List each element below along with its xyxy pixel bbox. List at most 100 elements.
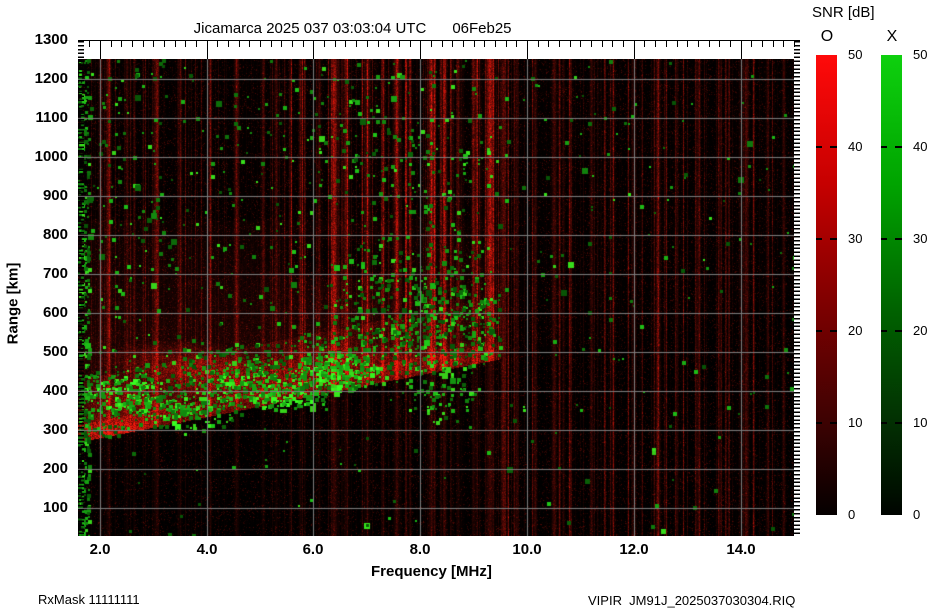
y-tick-label: 1300 bbox=[34, 31, 68, 48]
colorbar-x-tick-label: 30 bbox=[913, 231, 928, 246]
colorbar-x bbox=[881, 55, 902, 515]
ionogram-viewer: Jicamarca 2025 037 03:03:04 UTC 06Feb25 S… bbox=[0, 0, 932, 614]
colorbar-o-tick-label: 50 bbox=[848, 47, 863, 62]
x-major-tick bbox=[527, 40, 528, 59]
colorbar-x-tick-dash bbox=[881, 146, 887, 148]
x-minor-tick bbox=[474, 40, 475, 47]
x-major-tick bbox=[634, 40, 635, 59]
colorbar-o-tick-dash bbox=[830, 238, 837, 240]
ionogram-canvas bbox=[78, 59, 794, 536]
x-minor-tick bbox=[655, 40, 656, 47]
x-minor-tick bbox=[431, 40, 432, 47]
x-minor-tick bbox=[410, 40, 411, 47]
x-minor-tick bbox=[175, 40, 176, 47]
y-tick-label: 500 bbox=[42, 343, 68, 360]
colorbar-x-mode-label: X bbox=[886, 28, 898, 45]
x-minor-tick bbox=[602, 40, 603, 47]
x-minor-tick bbox=[239, 40, 240, 47]
x-tick-label: 6.0 bbox=[302, 541, 324, 558]
colorbar-o-tick-dash bbox=[830, 146, 837, 148]
x-minor-tick bbox=[143, 40, 144, 47]
y-tick-label: 100 bbox=[42, 499, 68, 516]
x-minor-tick bbox=[762, 40, 763, 47]
colorbar-x-tick-label: 50 bbox=[913, 47, 928, 62]
x-tick-label: 4.0 bbox=[196, 541, 218, 558]
x-minor-tick bbox=[367, 40, 368, 47]
x-minor-tick bbox=[783, 40, 784, 47]
x-minor-tick bbox=[324, 40, 325, 47]
x-minor-tick bbox=[281, 40, 282, 47]
x-minor-tick bbox=[292, 40, 293, 47]
x-minor-tick bbox=[185, 40, 186, 47]
x-minor-tick bbox=[132, 40, 133, 47]
colorbar-o-tick-dash bbox=[816, 238, 822, 240]
x-minor-tick bbox=[538, 40, 539, 47]
colorbar-o-tick-label: 0 bbox=[848, 507, 856, 522]
x-minor-tick bbox=[271, 40, 272, 47]
x-axis-title: Frequency [MHz] bbox=[371, 563, 492, 580]
colorbar-o-mode-label: O bbox=[820, 28, 834, 45]
x-tick-label: 14.0 bbox=[726, 541, 756, 558]
colorbar-x-tick-label: 40 bbox=[913, 139, 928, 154]
x-minor-tick bbox=[335, 40, 336, 47]
x-minor-tick bbox=[452, 40, 453, 47]
x-minor-tick bbox=[356, 40, 357, 47]
colorbar-o-tick-dash bbox=[816, 422, 822, 424]
x-minor-tick bbox=[495, 40, 496, 47]
x-minor-tick bbox=[153, 40, 154, 47]
title-datetime: Jicamarca 2025 037 03:03:04 UTC bbox=[193, 20, 427, 37]
x-minor-tick bbox=[388, 40, 389, 47]
x-tick-label: 12.0 bbox=[619, 541, 649, 558]
x-minor-tick bbox=[559, 40, 560, 47]
x-tick-label: 8.0 bbox=[409, 541, 431, 558]
x-minor-tick bbox=[687, 40, 688, 47]
x-minor-tick bbox=[463, 40, 464, 47]
x-minor-tick bbox=[89, 40, 90, 47]
x-major-tick bbox=[741, 40, 742, 59]
colorbar-x-tick-label: 10 bbox=[913, 415, 928, 430]
x-minor-tick bbox=[399, 40, 400, 47]
x-minor-tick bbox=[719, 40, 720, 47]
x-minor-tick bbox=[644, 40, 645, 47]
x-minor-tick bbox=[698, 40, 699, 47]
file-reference: VIPIR JM91J_2025037030304.RIQ bbox=[588, 593, 796, 608]
x-minor-tick bbox=[378, 40, 379, 47]
x-minor-tick bbox=[442, 40, 443, 47]
colorbar-o-tick-dash bbox=[816, 146, 822, 148]
x-minor-tick bbox=[548, 40, 549, 47]
x-major-tick bbox=[313, 40, 314, 59]
rxmask-note: RxMask 11111111 bbox=[38, 592, 140, 607]
colorbar-o bbox=[816, 55, 837, 515]
x-minor-tick bbox=[666, 40, 667, 47]
x-minor-tick bbox=[121, 40, 122, 47]
x-major-tick bbox=[100, 40, 101, 59]
colorbar-x-tick-dash bbox=[895, 330, 902, 332]
x-minor-tick bbox=[773, 40, 774, 47]
x-minor-tick bbox=[249, 40, 250, 47]
y-tick-label: 1100 bbox=[35, 109, 68, 126]
y-minor-ticks-left bbox=[78, 41, 84, 536]
x-minor-tick bbox=[484, 40, 485, 47]
colorbar-x-tick-dash bbox=[895, 146, 902, 148]
colorbar-title: SNR [dB] bbox=[812, 4, 875, 21]
y-tick-label: 900 bbox=[42, 187, 68, 204]
x-major-tick bbox=[207, 40, 208, 59]
y-tick-label: 1200 bbox=[34, 70, 68, 87]
colorbar-x-tick-label: 0 bbox=[913, 507, 921, 522]
y-tick-label: 800 bbox=[42, 226, 68, 243]
y-tick-label: 300 bbox=[42, 421, 68, 438]
x-minor-tick bbox=[260, 40, 261, 47]
x-minor-tick bbox=[591, 40, 592, 47]
x-tick-label: 2.0 bbox=[89, 541, 111, 558]
x-minor-tick bbox=[570, 40, 571, 47]
title-date: 06Feb25 bbox=[452, 20, 512, 37]
colorbar-x-tick-label: 20 bbox=[913, 323, 928, 338]
x-minor-tick bbox=[217, 40, 218, 47]
x-minor-tick bbox=[623, 40, 624, 47]
y-axis-title: Range [km] bbox=[4, 262, 22, 345]
x-minor-tick bbox=[111, 40, 112, 47]
x-minor-tick bbox=[730, 40, 731, 47]
y-minor-ticks-right bbox=[794, 41, 800, 536]
x-axis-top-line bbox=[78, 40, 800, 41]
y-tick-label: 1000 bbox=[34, 148, 68, 165]
